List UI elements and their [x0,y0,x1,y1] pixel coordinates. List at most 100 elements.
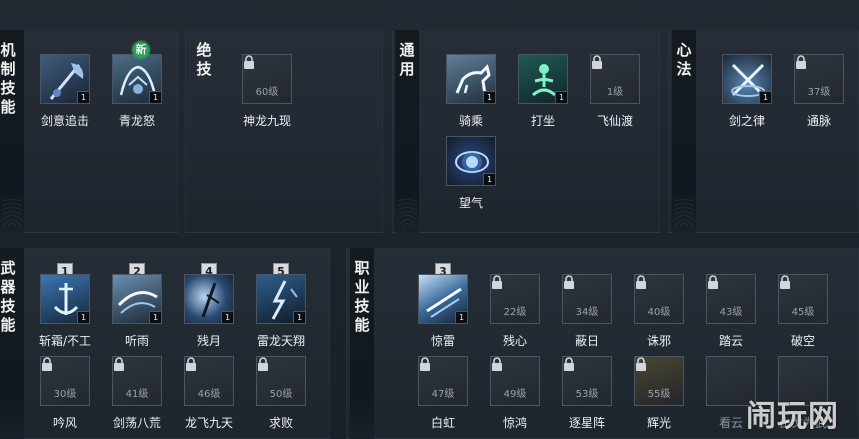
skill-required-level: 37级 [807,87,831,98]
lock-icon [42,357,52,371]
skill-name: 望气 [458,196,483,210]
lock-icon [420,357,430,371]
lock-icon [114,357,124,371]
exorcise-icon: 40级 [634,274,684,324]
skill-required-level: 34级 [575,307,599,318]
skill-name: 求败 [268,416,293,430]
wave-slash-icon: 1 [112,274,162,324]
skill-biri[interactable]: 34级 蔽日 [562,274,612,349]
skill-tongmai[interactable]: 37级 通脉 [794,54,844,129]
lock-icon [636,357,646,371]
skill-required-level: 50级 [269,389,293,400]
category-mechanic-label: 机制技能 [0,42,17,118]
category-weapon-label: 武器技能 [0,260,17,336]
skill-jiandang[interactable]: 41级 剑荡八荒 [112,356,162,431]
skill-level: 1 [293,311,305,323]
skill-level: 1 [77,311,89,323]
cloud-step-icon: 43级 [706,274,756,324]
category-mechanic: 机制技能 [0,30,24,233]
skill-name: 剑之律 [728,114,765,128]
skill-zhuxing[interactable]: 53级 逐星阵 [562,356,612,431]
skill-huiguang[interactable]: 55级 辉光 [634,356,684,431]
skill-qicheng[interactable]: 1 骑乘 [446,54,496,129]
skill-required-level: 22级 [503,307,527,318]
moon-strike-icon: 1 [184,274,234,324]
sun-cover-icon: 34级 [562,274,612,324]
thunder-strike-icon: 1 [418,274,468,324]
skill-level: 1 [483,173,495,185]
skill-name: 诛邪 [646,334,671,348]
skill-required-level: 55级 [647,389,671,400]
skill-tingyu[interactable]: 1 听雨 [112,274,162,349]
thunder-dragon-icon: 1 [256,274,306,324]
skill-dazuo[interactable]: 1 打坐 [518,54,568,129]
lock-icon [796,55,806,69]
skill-required-level: 1级 [606,87,624,98]
skill-required-level: 40级 [647,307,671,318]
skill-shenlong[interactable]: 60级 神龙九现 [242,54,292,129]
skill-jinglei[interactable]: 1 惊雷 [418,274,468,349]
lock-icon [592,55,602,69]
radiance-icon: 55级 [634,356,684,406]
skill-level: 1 [483,91,495,103]
category-ultimate-label: 绝技 [194,42,213,80]
crossed-swords-icon: 1 [722,54,772,104]
skill-name: 神龙九现 [242,114,291,128]
eye-icon: 1 [446,136,496,186]
lock-icon [708,275,718,289]
skill-required-level: 53级 [575,389,599,400]
skill-jianyi[interactable]: 1 剑意追击 [40,54,90,129]
skill-jinghong[interactable]: 49级 惊鸿 [490,356,540,431]
lock-icon [244,55,254,69]
heart-blade-icon: 22级 [490,274,540,324]
skill-name: 踏云 [718,334,743,348]
flight-icon: 1级 [590,54,640,104]
skill-zhuxie[interactable]: 40级 诛邪 [634,274,684,349]
skill-canyue[interactable]: 1 残月 [184,274,234,349]
star-chase-icon: 53级 [562,356,612,406]
lock-icon [780,275,790,289]
skill-required-level: 41级 [125,389,149,400]
skill-level: 1 [149,91,161,103]
skill-required-level: 47级 [431,389,455,400]
skill-leilong[interactable]: 1 雷龙天翔 [256,274,306,349]
skill-name: 骑乘 [458,114,483,128]
lock-icon [492,275,502,289]
skill-tayun[interactable]: 43级 踏云 [706,274,756,349]
skill-required-level: 45级 [791,307,815,318]
skill-level: 1 [149,311,161,323]
skill-longfei[interactable]: 46级 龙飞九天 [184,356,234,431]
flying-dragon-icon: 46级 [184,356,234,406]
skill-zhanshuang[interactable]: 1 斩霜/不工 [39,274,91,349]
skill-qiubai[interactable]: 50级 求败 [256,356,306,431]
skill-name: 剑意追击 [40,114,89,128]
skill-required-level: 60级 [255,87,279,98]
skill-yinfeng[interactable]: 30级 吟风 [40,356,90,431]
wind-icon: 30级 [40,356,90,406]
horse-icon: 1 [446,54,496,104]
sword-sweep-icon: 41级 [112,356,162,406]
skill-qinglong[interactable]: 1 青龙怒 [112,54,162,129]
skill-name: 雷龙天翔 [256,334,305,348]
wave-pattern [674,197,694,227]
rainbow-icon: 47级 [418,356,468,406]
skill-pokong[interactable]: 45级 破空 [778,274,828,349]
skill-name: 飞仙渡 [596,114,633,128]
skill-baihong[interactable]: 47级 白虹 [418,356,468,431]
skill-wangqi[interactable]: 1 望气 [446,136,496,211]
skill-name: 白虹 [430,416,455,430]
dragon-icon: 1 [112,54,162,104]
lock-icon [258,357,268,371]
skill-canxin[interactable]: 22级 残心 [490,274,540,349]
wave-pattern [397,197,417,227]
skill-name: 惊雷 [430,334,455,348]
category-class: 职业技能 [350,248,374,439]
skill-feixian[interactable]: 1级 飞仙渡 [590,54,640,129]
skill-name: 残月 [196,334,221,348]
skill-jianzhilv[interactable]: 1 剑之律 [722,54,772,129]
axe-icon: 1 [40,54,90,104]
category-mind-label: 心法 [674,42,693,80]
skill-required-level: 46级 [197,389,221,400]
dragon-icon: 60级 [242,54,292,104]
category-general: 通用 [395,30,419,233]
